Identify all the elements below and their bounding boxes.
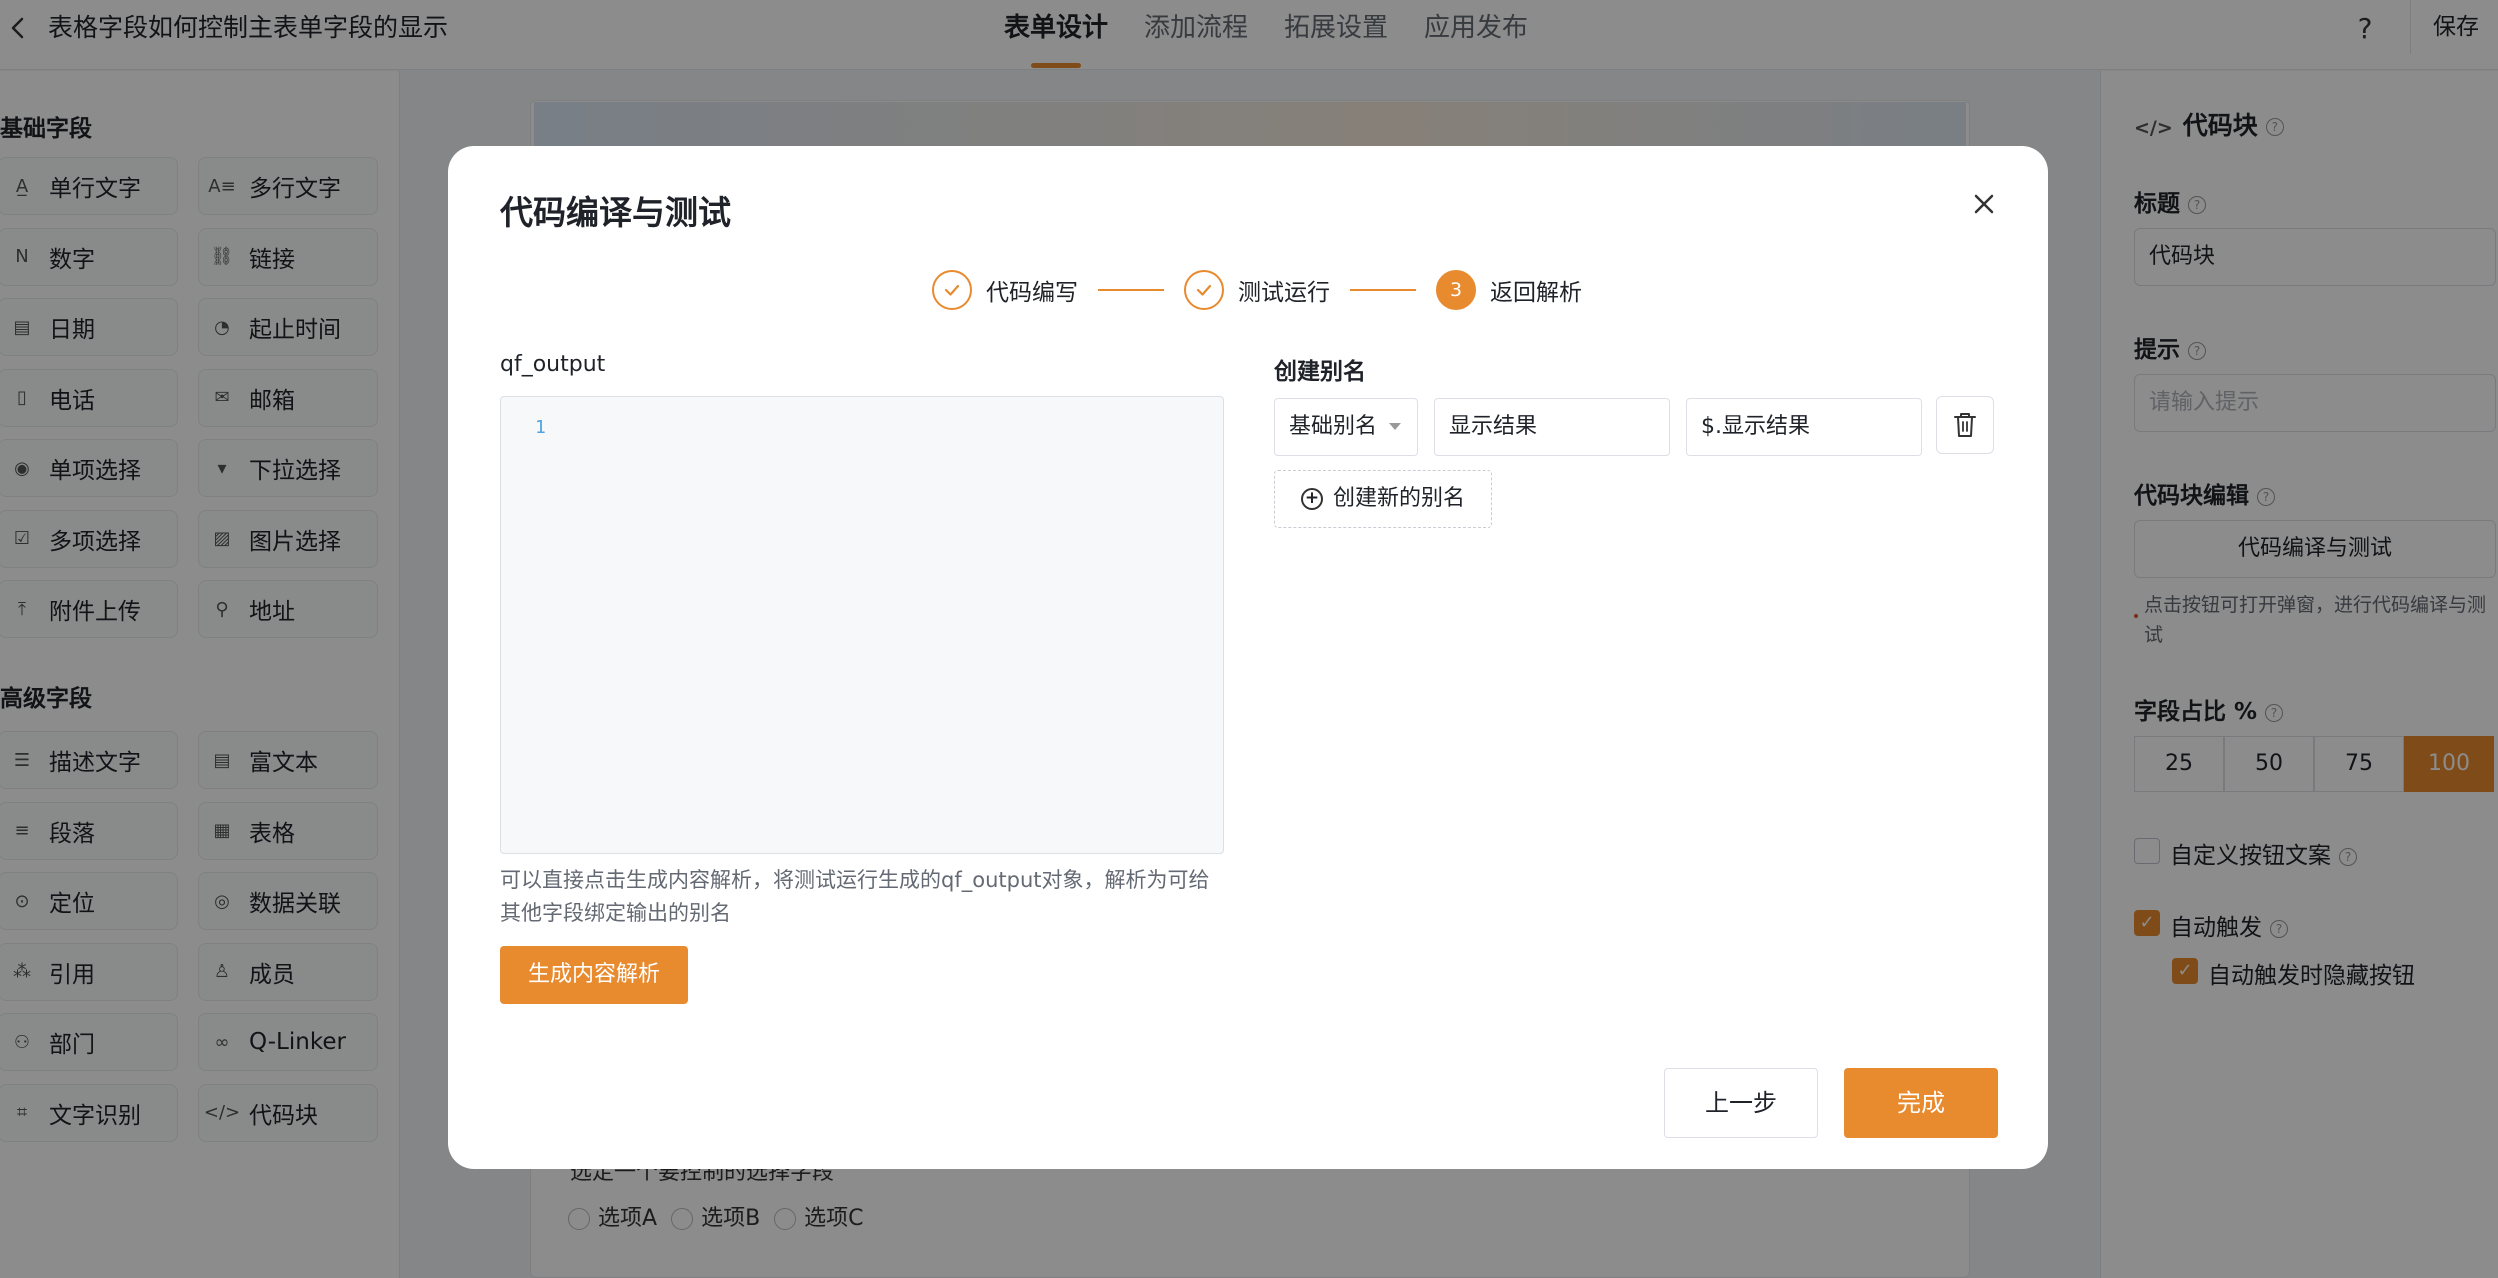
alias-name-input[interactable]: 显示结果 <box>1434 398 1670 456</box>
alias-type-value: 基础别名 <box>1289 414 1378 439</box>
finish-button[interactable]: 完成 <box>1844 1068 1998 1138</box>
check-icon <box>1184 270 1224 310</box>
stepper: 代码编写 测试运行 3 返回解析 <box>932 266 1582 314</box>
line-number: 1 <box>535 417 546 438</box>
output-code-editor[interactable]: 1 <box>500 396 1224 854</box>
step-connector <box>1098 289 1164 291</box>
step-2-label: 测试运行 <box>1238 280 1330 306</box>
plus-circle-icon: + <box>1300 488 1323 510</box>
generate-parse-button[interactable]: 生成内容解析 <box>500 946 688 1004</box>
alias-type-select[interactable]: 基础别名 <box>1274 398 1418 456</box>
caret-down-icon <box>1389 423 1401 430</box>
close-icon[interactable] <box>1964 184 2004 224</box>
previous-step-button[interactable]: 上一步 <box>1664 1068 1818 1138</box>
parse-hint: 可以直接点击生成内容解析，将测试运行生成的qf_output对象，解析为可给其他… <box>500 868 1210 925</box>
step-connector <box>1350 289 1416 291</box>
output-label: qf_output <box>500 352 606 377</box>
add-alias-button[interactable]: + 创建新的别名 <box>1274 470 1492 528</box>
delete-alias-button[interactable] <box>1936 396 1994 454</box>
alias-section-title: 创建别名 <box>1274 359 1366 385</box>
check-icon <box>932 270 972 310</box>
trash-icon <box>1954 413 1976 437</box>
alias-path-input[interactable]: $.显示结果 <box>1686 398 1922 456</box>
step-3-label: 返回解析 <box>1490 280 1582 306</box>
step-3-number: 3 <box>1436 270 1476 310</box>
step-1-label: 代码编写 <box>986 280 1078 306</box>
dialog-title: 代码编译与测试 <box>500 193 731 232</box>
code-compile-dialog: 代码编译与测试 代码编写 测试运行 3 返回解析 qf_output 1 可以直… <box>448 146 2048 1169</box>
add-alias-label: 创建新的别名 <box>1332 486 1465 511</box>
